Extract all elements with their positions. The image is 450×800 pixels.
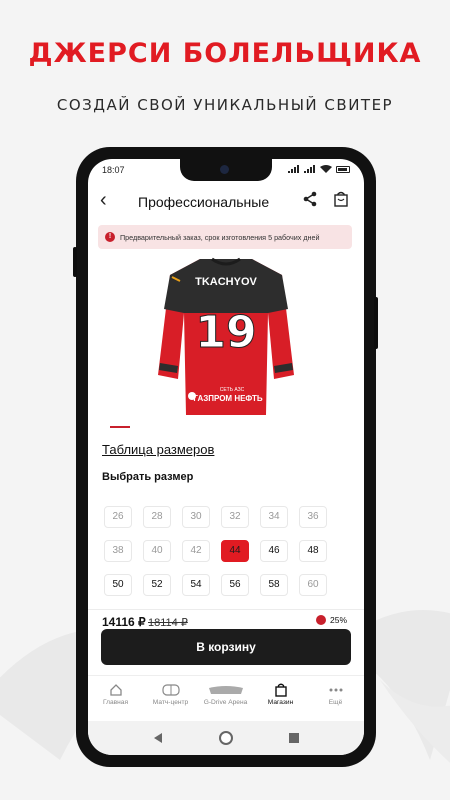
phone-screen: 18:07 ‹ Профессиональные ! Предварительн… xyxy=(88,159,364,755)
size-option-54[interactable]: 54 xyxy=(182,574,210,596)
size-option-46[interactable]: 46 xyxy=(260,540,288,562)
nav-match-center[interactable]: Матч-центр xyxy=(143,676,198,715)
nav-label-match-center: Матч-центр xyxy=(152,699,189,706)
nav-label-more: Ещё xyxy=(328,699,343,706)
size-option-58[interactable]: 58 xyxy=(260,574,288,596)
add-to-cart-button[interactable]: В корзину xyxy=(101,629,351,665)
app-bar: ‹ Профессиональные xyxy=(88,183,364,219)
size-option-44[interactable]: 44 xyxy=(221,540,249,562)
sponsor-small-text: СЕТЬ АЗС xyxy=(220,387,245,393)
more-dots-icon xyxy=(329,688,342,692)
size-option-32[interactable]: 32 xyxy=(221,506,249,528)
phone-side-button xyxy=(374,297,378,349)
nav-more[interactable]: Ещё xyxy=(308,676,363,715)
promo-subtitle: СОЗДАЙ СВОЙ УНИКАЛЬНЫЙ СВИТЕР xyxy=(56,96,394,114)
promo-title: ДЖЕРСИ БОЛЕЛЬЩИКА xyxy=(28,38,422,69)
choose-size-heading: Выбрать размер xyxy=(102,471,194,483)
cart-bag-icon[interactable] xyxy=(333,191,349,207)
rink-icon xyxy=(161,684,180,696)
nav-label-arena: G-Drive Арена xyxy=(203,699,248,706)
size-option-48[interactable]: 48 xyxy=(299,540,327,562)
carousel-indicator xyxy=(110,426,130,428)
size-option-52[interactable]: 52 xyxy=(143,574,171,596)
size-option-40[interactable]: 40 xyxy=(143,540,171,562)
size-option-56[interactable]: 56 xyxy=(221,574,249,596)
nav-arena[interactable]: G-Drive Арена xyxy=(198,676,253,715)
size-table-link[interactable]: Таблица размеров xyxy=(102,442,214,457)
system-nav-bar xyxy=(88,721,364,755)
nav-home[interactable]: Главная xyxy=(88,676,143,715)
jersey-image[interactable]: TKACHYOV 19 СЕТЬ АЗС ГАЗПРОМ НЕФТЬ xyxy=(154,255,298,421)
discount-icon xyxy=(316,615,326,625)
size-option-36[interactable]: 36 xyxy=(299,506,327,528)
size-grid: 26 28 30 32 34 36 38 40 42 44 46 48 50 52 54 56 58 60 xyxy=(104,506,328,596)
size-option-50[interactable]: 50 xyxy=(104,574,132,596)
discount-value: 25% xyxy=(330,615,348,625)
preorder-notice: ! Предварительный заказ, срок изготовлен… xyxy=(98,225,352,249)
alert-icon: ! xyxy=(105,232,115,242)
jersey-number-text: 19 xyxy=(195,307,256,358)
status-bar: 18:07 xyxy=(88,159,364,181)
sponsor-logo-icon xyxy=(188,392,196,400)
size-option-42[interactable]: 42 xyxy=(182,540,210,562)
size-option-34[interactable]: 34 xyxy=(260,506,288,528)
signal-icon xyxy=(288,165,299,173)
jersey-name-text: TKACHYOV xyxy=(195,276,257,288)
discount-badge: 25% xyxy=(316,615,347,625)
nav-label-home: Главная xyxy=(102,699,129,706)
status-time: 18:07 xyxy=(102,165,125,175)
nav-label-shop: Магазин xyxy=(267,699,294,706)
battery-icon xyxy=(336,165,350,173)
notice-text: Предварительный заказ, срок изготовления… xyxy=(120,233,320,242)
system-recent-apps-icon[interactable] xyxy=(289,733,299,743)
current-price: 14116 ₽ xyxy=(102,615,146,629)
system-back-icon[interactable] xyxy=(154,733,162,743)
status-icons xyxy=(288,165,350,173)
wifi-icon xyxy=(320,165,332,173)
back-arrow-icon[interactable]: ‹ xyxy=(100,189,107,212)
size-option-30[interactable]: 30 xyxy=(182,506,210,528)
phone-frame: 18:07 ‹ Профессиональные ! Предварительн… xyxy=(73,147,378,767)
size-option-38[interactable]: 38 xyxy=(104,540,132,562)
arena-icon xyxy=(208,686,243,694)
size-option-26[interactable]: 26 xyxy=(104,506,132,528)
sponsor-text: ГАЗПРОМ НЕФТЬ xyxy=(193,394,262,403)
bottom-nav: Главная Матч-центр G-Drive Арена Магазин… xyxy=(88,675,364,715)
old-price: 18114 ₽ xyxy=(148,617,188,629)
signal-icon-2 xyxy=(304,165,315,173)
shop-bag-icon xyxy=(274,683,287,697)
phone-volume-button xyxy=(73,247,77,277)
page-title: Профессиональные xyxy=(138,194,270,210)
divider xyxy=(88,609,364,610)
share-icon[interactable] xyxy=(302,191,318,207)
home-icon xyxy=(109,684,122,696)
size-option-28[interactable]: 28 xyxy=(143,506,171,528)
nav-shop[interactable]: Магазин xyxy=(253,676,308,715)
size-option-60[interactable]: 60 xyxy=(299,574,327,596)
system-home-icon[interactable] xyxy=(219,731,233,745)
